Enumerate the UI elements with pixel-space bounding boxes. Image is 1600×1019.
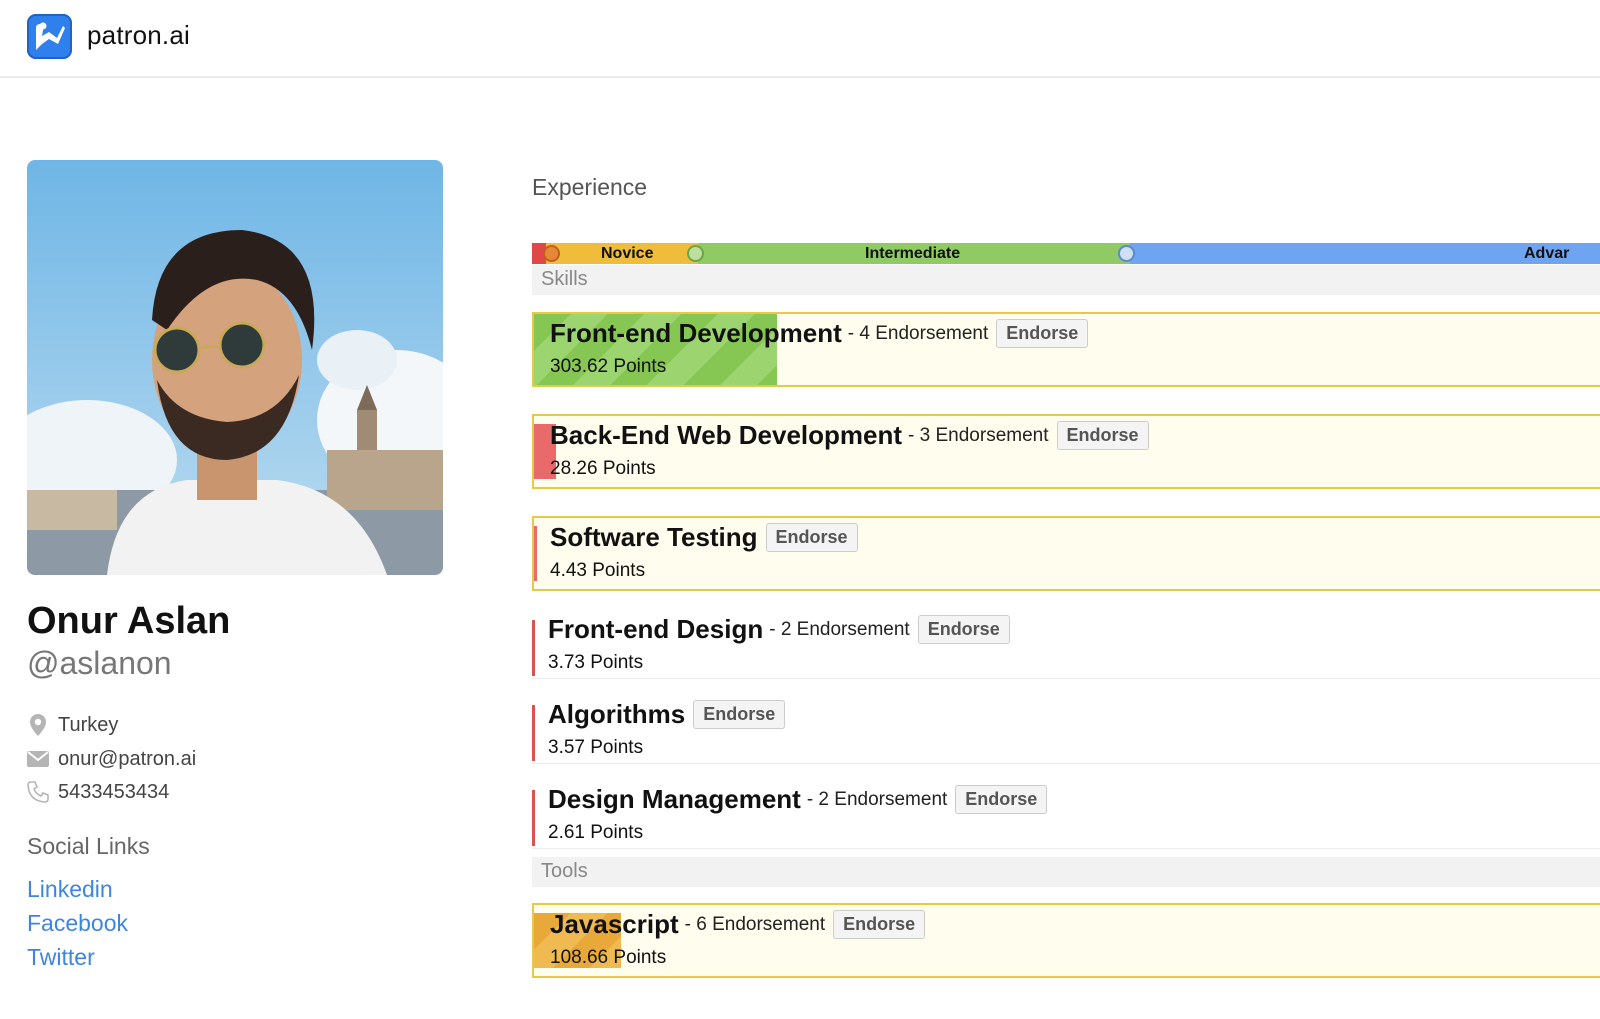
tool-name[interactable]: Javascript [550, 909, 679, 940]
linkedin-link[interactable]: Linkedin [27, 876, 113, 903]
level-label-novice: Novice [601, 245, 654, 262]
endorse-button[interactable]: Endorse [833, 910, 926, 939]
patron-logo-icon[interactable] [27, 14, 72, 59]
endorsement-count: - 2 Endorsement [806, 788, 948, 810]
endorse-button[interactable]: Endorse [765, 523, 858, 552]
skill-card-design-management: Design Management - 2 Endorsement Endors… [532, 784, 1600, 849]
experience-title: Experience [532, 174, 648, 200]
social-links-title: Social Links [27, 833, 150, 859]
skill-card-front-end-development: Front-end Development - 4 Endorsement En… [532, 312, 1600, 387]
endorsement-count: - 2 Endorsement [769, 618, 910, 640]
skill-name[interactable]: Design Management [548, 784, 801, 815]
skill-card-algorithms: Algorithms Endorse 3.57 Points [532, 699, 1600, 764]
endorse-button[interactable]: Endorse [693, 700, 786, 729]
novice-medal-icon [543, 245, 560, 262]
skill-name[interactable]: Algorithms [548, 699, 685, 730]
tools-section-header: Tools [532, 857, 1600, 887]
profile-handle: @aslanon [27, 645, 172, 681]
endorse-button[interactable]: Endorse [996, 319, 1089, 348]
skill-name[interactable]: Software Testing [550, 522, 758, 553]
tools-section-title: Tools [541, 860, 588, 882]
endorse-button[interactable]: Endorse [1056, 421, 1149, 450]
skill-points: 4.43 Points [550, 560, 646, 581]
skill-progress-fill [532, 620, 535, 676]
phone-text[interactable]: 5433453434 [58, 781, 169, 804]
brand-name[interactable]: patron.ai [87, 20, 190, 51]
intermediate-medal-icon [687, 245, 704, 262]
level-label-advanced: Advar [1524, 245, 1570, 262]
skill-name[interactable]: Back-End Web Development [550, 420, 902, 451]
skill-card-front-end-design: Front-end Design - 2 Endorsement Endorse… [532, 614, 1600, 679]
skill-name[interactable]: Front-end Design [548, 614, 763, 645]
envelope-icon [27, 748, 49, 770]
twitter-link[interactable]: Twitter [27, 944, 95, 971]
email-row: onur@patron.ai [27, 746, 196, 772]
tool-points: 108.66 Points [550, 947, 667, 968]
email-text[interactable]: onur@patron.ai [58, 748, 196, 771]
skill-card-software-testing: Software Testing Endorse 4.43 Points [532, 516, 1600, 591]
endorse-button[interactable]: Endorse [955, 785, 1048, 814]
profile-name: Onur Aslan [27, 600, 231, 642]
skill-points: 303.62 Points [550, 356, 667, 377]
skill-name[interactable]: Front-end Development [550, 318, 842, 349]
skill-points: 3.73 Points [548, 652, 644, 673]
skill-points: 28.26 Points [550, 458, 656, 479]
level-scale-bar: Novice Intermediate Advar [532, 243, 1600, 264]
map-pin-icon [27, 714, 49, 736]
endorsement-count: - 6 Endorsement [684, 913, 826, 935]
tool-card-javascript: Javascript - 6 Endorsement Endorse 108.6… [532, 903, 1600, 978]
phone-icon [27, 781, 49, 803]
level-label-intermediate: Intermediate [865, 245, 961, 262]
location-text: Turkey [58, 713, 119, 736]
skills-section-title: Skills [541, 268, 588, 290]
phone-row: 5433453434 [27, 779, 169, 805]
skill-points: 2.61 Points [548, 822, 644, 843]
endorse-button[interactable]: Endorse [917, 615, 1010, 644]
skill-progress-fill [532, 705, 535, 761]
advanced-medal-icon [1118, 245, 1135, 262]
facebook-link[interactable]: Facebook [27, 910, 128, 937]
skill-progress-fill [534, 526, 537, 581]
profile-photo [27, 160, 443, 575]
skill-points: 3.57 Points [548, 737, 644, 758]
endorsement-count: - 3 Endorsement [908, 424, 1049, 446]
top-bar: patron.ai [0, 0, 1600, 78]
location-row: Turkey [27, 712, 118, 738]
skills-section-header: Skills [532, 265, 1600, 295]
endorsement-count: - 4 Endorsement [847, 322, 989, 344]
skill-progress-fill [532, 790, 535, 846]
skill-card-back-end-web-development: Back-End Web Development - 3 Endorsement… [532, 414, 1600, 489]
